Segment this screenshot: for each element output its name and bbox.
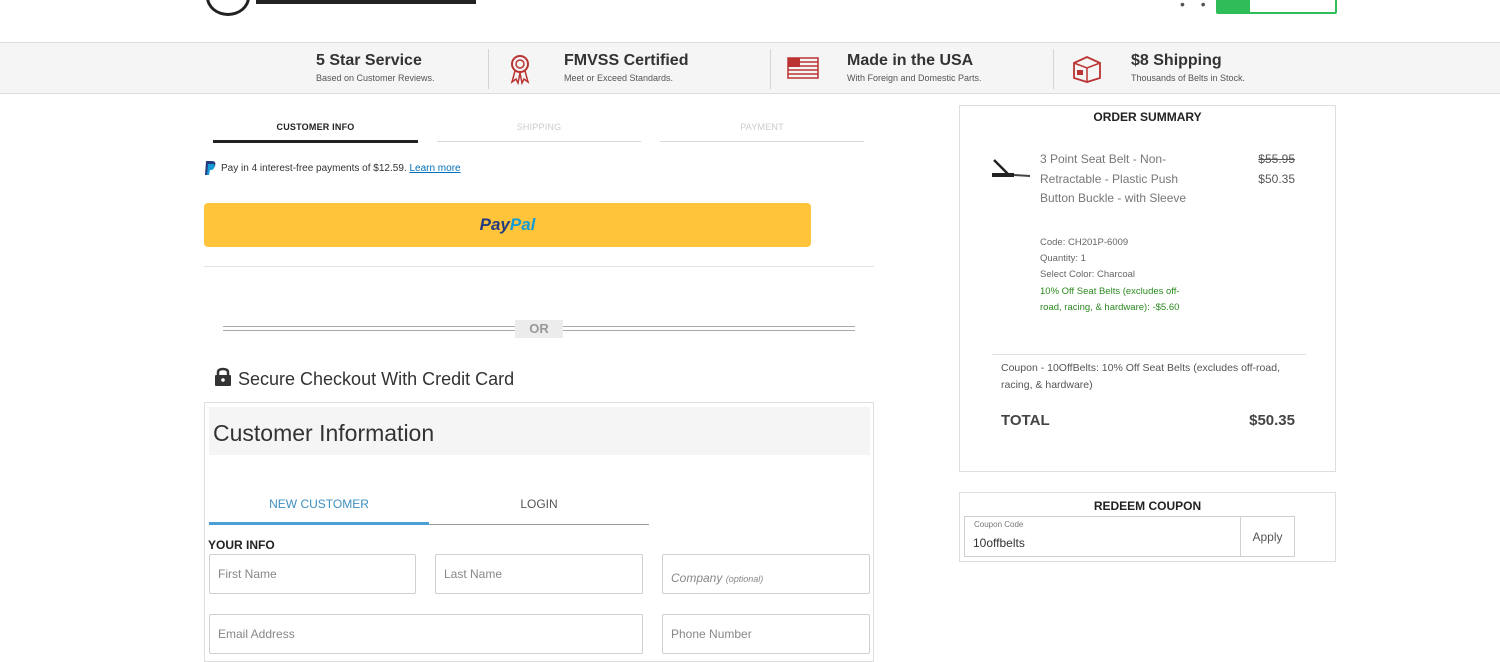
item-quantity: Quantity: 1 (1040, 253, 1086, 264)
trust-title: FMVSS Certified (564, 52, 689, 69)
paypal-installment-label: Pay in 4 interest-free payments of $12.5… (221, 163, 407, 174)
order-summary-card: ORDER SUMMARY 3 Point Seat Belt - Non-Re… (959, 105, 1336, 472)
coupon-code-label: Coupon Code (974, 520, 1024, 529)
trust-title: $8 Shipping (1131, 52, 1222, 69)
paypal-pay-text: Pay (479, 215, 510, 234)
step-label: PAYMENT (740, 122, 784, 132)
customer-info-title: Customer Information (213, 420, 435, 446)
total-value: $50.35 (1249, 412, 1295, 429)
step-customer-info[interactable]: CUSTOMER INFO (213, 122, 418, 143)
cart-icon[interactable]: • • (1180, 0, 1212, 12)
trust-subtitle: Thousands of Belts in Stock. (1131, 73, 1246, 83)
trust-title: Made in the USA (847, 52, 974, 69)
site-logo-wordmark[interactable] (256, 0, 476, 4)
company-placeholder: Company (optional) (671, 571, 763, 585)
step-label: SHIPPING (516, 122, 562, 132)
item-price: $50.35 (1258, 172, 1295, 186)
step-payment[interactable]: PAYMENT (660, 122, 864, 142)
item-color: Select Color: Charcoal (1040, 269, 1136, 280)
trust-subtitle: Meet or Exceed Standards. (564, 73, 674, 83)
or-line-left (223, 326, 515, 331)
tab-new-customer[interactable]: NEW CUSTOMER (209, 494, 429, 525)
company-optional-text: (optional) (725, 574, 764, 584)
redeem-coupon-card: REDEEM COUPON Coupon Code Apply (959, 492, 1336, 562)
or-label: OR (515, 320, 563, 338)
account-button[interactable] (1216, 0, 1337, 14)
trust-subtitle: Based on Customer Reviews. (316, 73, 435, 83)
secure-checkout-title: Secure Checkout With Credit Card (238, 369, 515, 389)
applied-coupon-text: Coupon - 10OffBelts: 10% Off Seat Belts … (1001, 362, 1280, 391)
trust-subtitle: With Foreign and Domestic Parts. (847, 73, 982, 83)
learn-more-link[interactable]: Learn more (409, 163, 460, 174)
trust-bar: 5 Star Service Based on Customer Reviews… (0, 42, 1500, 94)
summary-divider (992, 354, 1306, 355)
email-field[interactable] (209, 614, 643, 654)
total-label: TOTAL (1001, 412, 1050, 429)
paypal-button[interactable]: PayPal (204, 203, 811, 247)
item-name[interactable]: 3 Point Seat Belt - Non-Retractable - Pl… (1040, 150, 1210, 209)
customer-info-header: Customer Information (209, 407, 870, 455)
us-flag-icon (787, 57, 819, 84)
apply-coupon-button[interactable]: Apply (1240, 516, 1295, 557)
trust-divider (770, 49, 771, 89)
paypal-installment-text: Pay in 4 interest-free payments of $12.5… (221, 163, 461, 174)
item-discount: 10% Off Seat Belts (excludes off-road, r… (1040, 286, 1180, 313)
redeem-coupon-title: REDEEM COUPON (1093, 499, 1202, 513)
seat-belt-thumbnail-icon[interactable] (992, 158, 1032, 187)
site-header: • • (0, 0, 1500, 42)
first-name-field[interactable] (209, 554, 416, 594)
order-summary-title: ORDER SUMMARY (1093, 110, 1202, 124)
item-code: Code: CH201P-6009 (1040, 237, 1129, 248)
section-divider (204, 266, 874, 267)
coupon-code-input[interactable] (973, 534, 1228, 552)
paypal-logo-icon (204, 161, 216, 180)
award-ribbon-icon (507, 53, 533, 90)
coupon-code-box: Coupon Code (964, 516, 1241, 557)
paypal-pal-text: Pal (509, 215, 536, 234)
shipping-box-icon (1071, 54, 1103, 89)
tab-login[interactable]: LOGIN (429, 494, 649, 525)
trust-title: 5 Star Service (316, 52, 422, 69)
or-line-right (563, 326, 855, 331)
step-shipping[interactable]: SHIPPING (437, 122, 641, 142)
your-info-label: YOUR INFO (208, 538, 275, 552)
lock-icon (214, 366, 232, 391)
site-logo-icon[interactable] (206, 0, 250, 16)
company-placeholder-text: Company (671, 571, 723, 585)
step-label: CUSTOMER INFO (276, 122, 355, 132)
phone-field[interactable] (662, 614, 870, 654)
item-original-price: $55.95 (1258, 152, 1295, 166)
last-name-field[interactable] (435, 554, 643, 594)
trust-divider (1053, 49, 1054, 89)
trust-divider (488, 49, 489, 89)
